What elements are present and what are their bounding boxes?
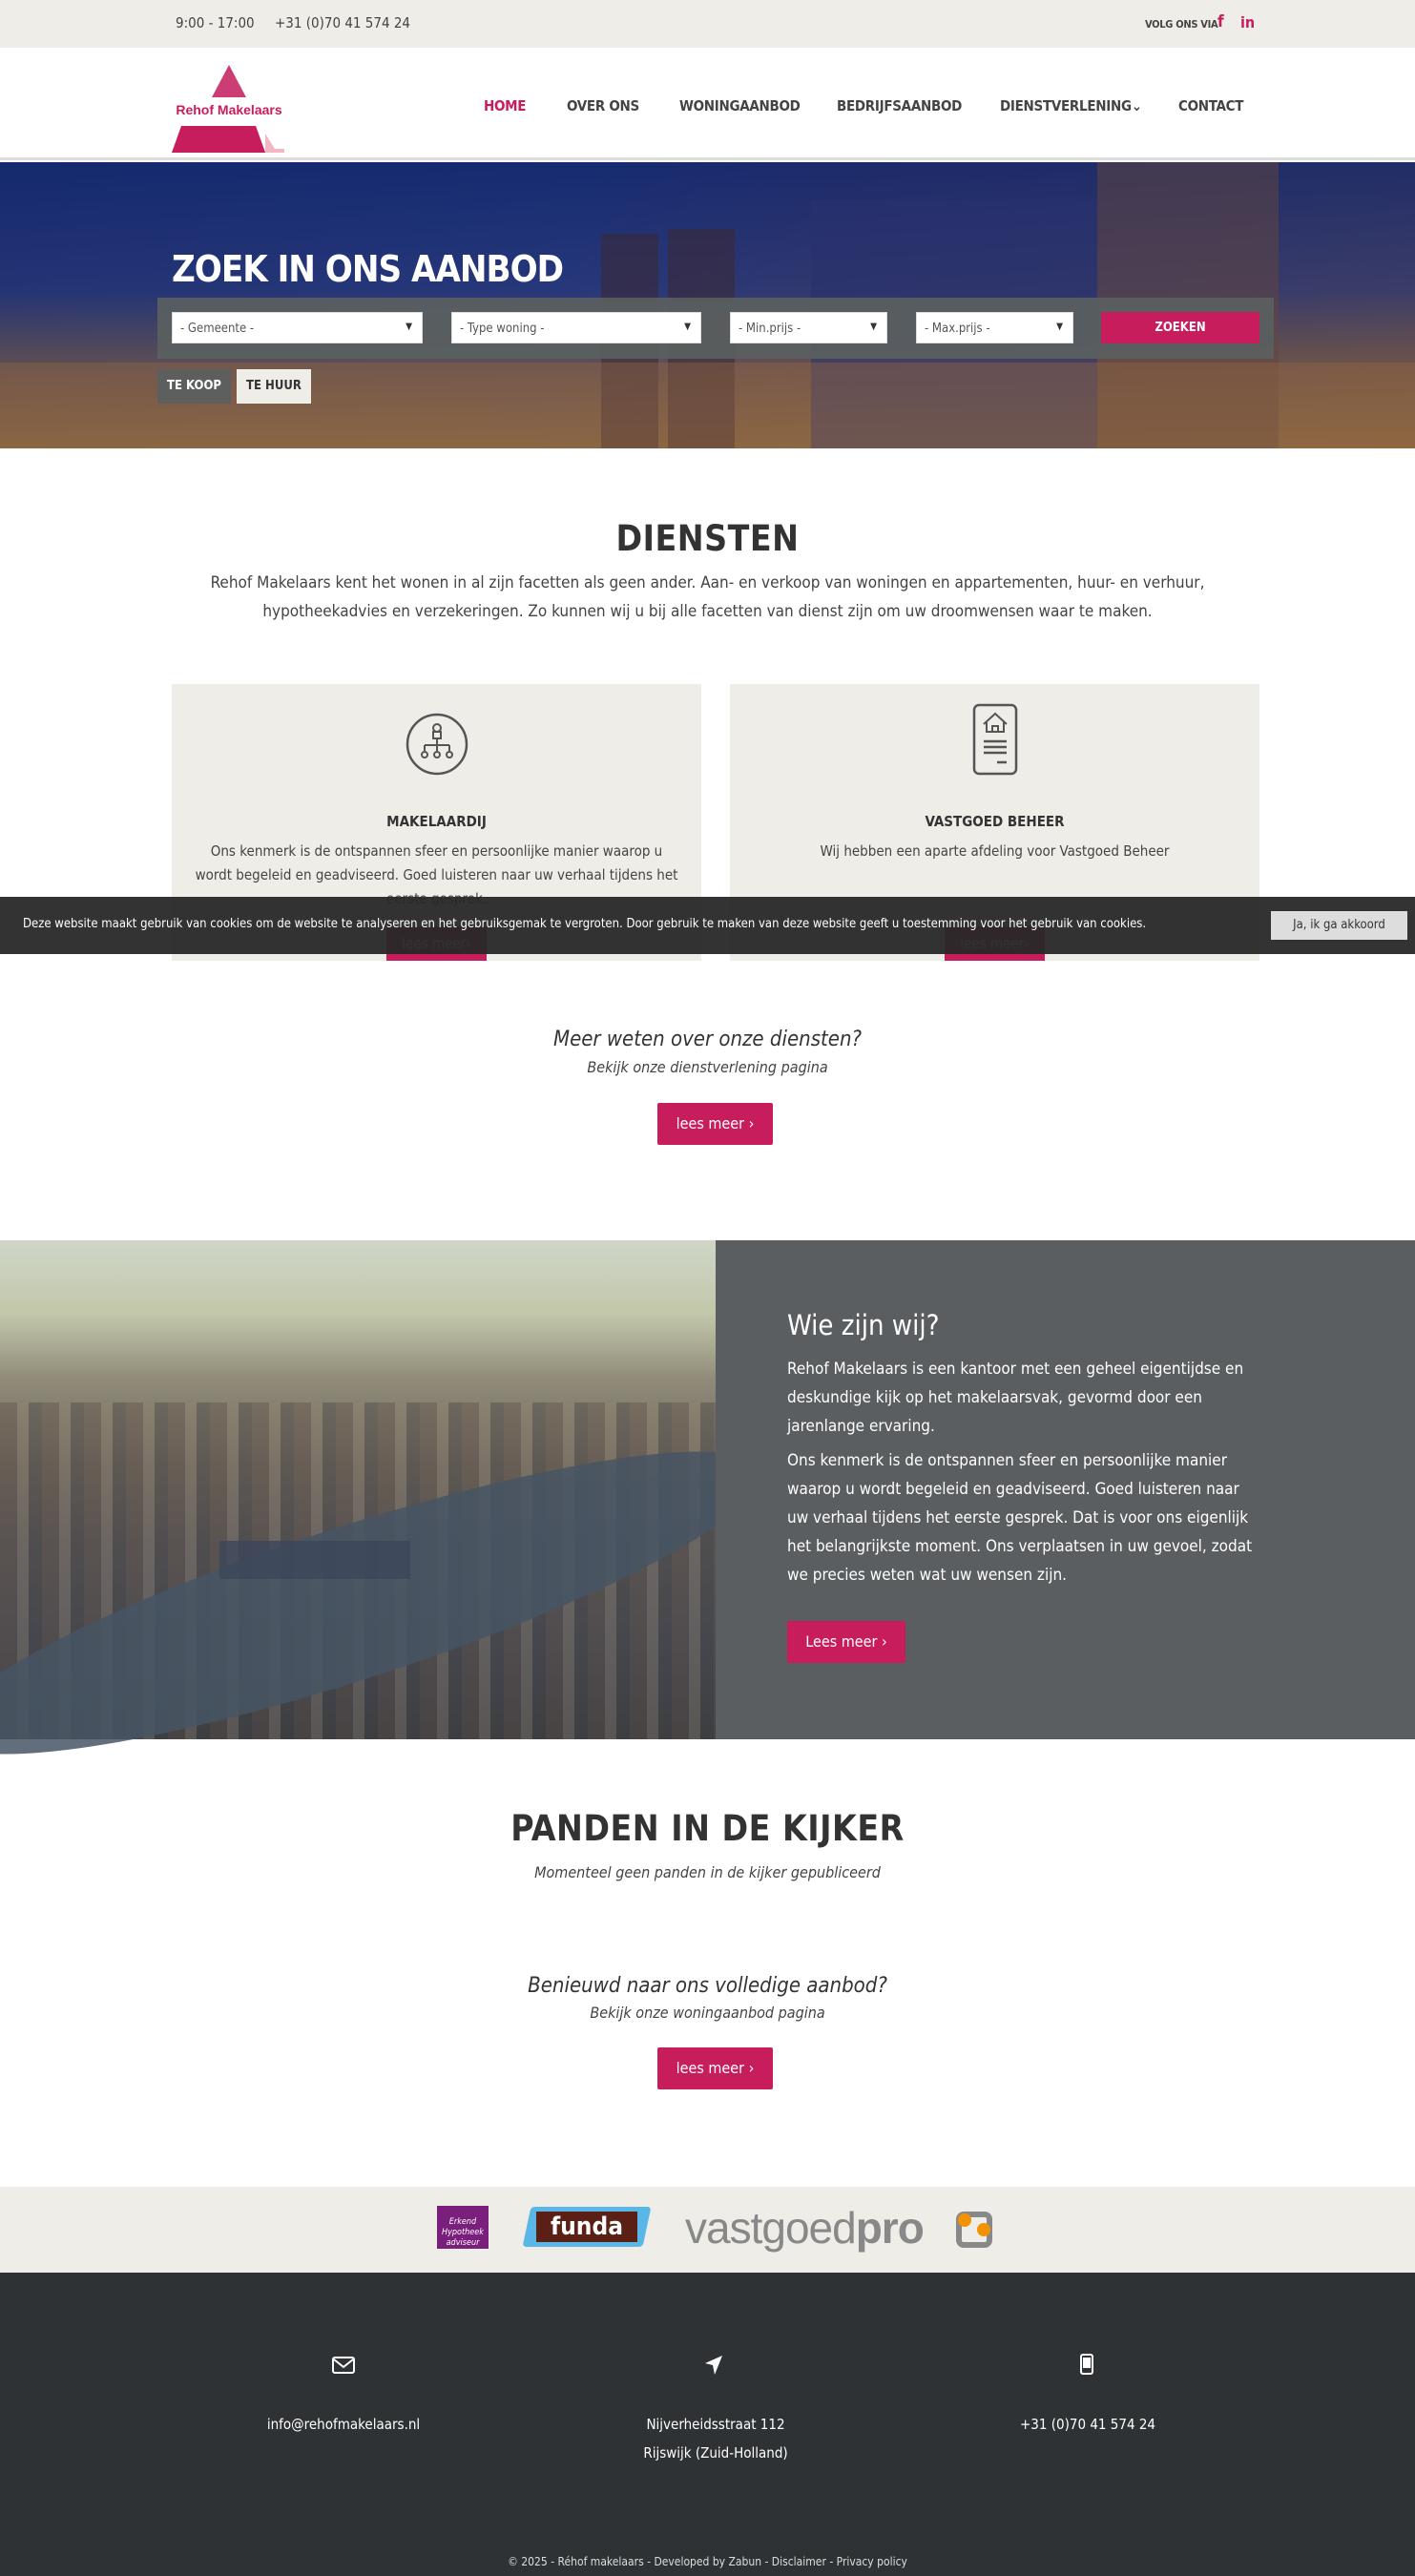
min-prijs-select[interactable]: - Min.prijs - ▼ — [730, 312, 887, 343]
diensten-title: DIENSTEN — [615, 518, 800, 559]
location-arrow-icon — [705, 2356, 722, 2375]
dropdown-arrow-icon: ▼ — [1056, 322, 1063, 332]
tab-te-huur[interactable]: TE HUUR — [237, 369, 311, 404]
hero-title: ZOEK IN ONS AANBOD — [172, 248, 564, 290]
nav-bedrijfsaanbod[interactable]: BEDRIJFSAANBOD — [837, 97, 962, 114]
header: Rehof Makelaars HOME OVER ONS WONINGAANB… — [0, 48, 1415, 160]
max-prijs-select[interactable]: - Max.prijs - ▼ — [916, 312, 1073, 343]
nav-dienstverlening[interactable]: DIENSTVERLENING⌄ — [1000, 97, 1142, 114]
footer-address-city: Rijswijk (Zuid-Holland) — [643, 2444, 788, 2462]
more-services-subtitle: Bekijk onze dienstverlening pagina — [587, 1058, 828, 1076]
footer-address-street: Nijverheidsstraat 112 — [646, 2416, 785, 2433]
aanbod-title: Benieuwd naar ons volledige aanbod? — [528, 1974, 887, 1998]
services-read-more-button[interactable]: lees meer › — [657, 1103, 773, 1145]
logo-text: Rehof Makelaars — [176, 102, 281, 117]
about-read-more-button[interactable]: Lees meer › — [787, 1621, 905, 1663]
gemeente-select[interactable]: - Gemeente - ▼ — [172, 312, 423, 343]
card-title: VASTGOED BEHEER — [925, 813, 1065, 830]
tab-te-koop[interactable]: TE KOOP — [157, 369, 231, 404]
house-document-icon — [972, 703, 1018, 776]
top-phone[interactable]: +31 (0)70 41 574 24 — [275, 14, 410, 31]
facebook-icon[interactable]: f — [1217, 12, 1224, 31]
aanbod-subtitle: Bekijk onze woningaanbod pagina — [590, 2004, 825, 2022]
partner-logos: Erkend Hypotheek adviseur funda vastgoedpr… — [0, 2187, 1415, 2273]
logo[interactable]: Rehof Makelaars — [172, 65, 286, 153]
vastgoedpro-logo[interactable]: vastgoedpro — [685, 2202, 925, 2254]
panden-title: PANDEN IN DE KIJKER — [510, 1808, 905, 1849]
erkend-hypotheekadviseur-logo[interactable]: Erkend Hypotheek adviseur — [437, 2206, 489, 2249]
linkedin-icon[interactable]: in — [1240, 13, 1255, 31]
about-paragraph-1: Rehof Makelaars is een kantoor met een g… — [787, 1360, 1244, 1436]
copyright: © 2025 - Réhof makelaars - Developed by … — [508, 2555, 907, 2568]
more-services-title: Meer weten over onze diensten? — [552, 1028, 863, 1051]
about-panel: Wie zijn wij? Rehof Makelaars is een kan… — [716, 1240, 1415, 1739]
cookie-accept-button[interactable]: Ja, ik ga akkoord — [1271, 911, 1407, 940]
about-paragraph-2: Ons kenmerk is de ontspannen sfeer en pe… — [787, 1451, 1253, 1585]
funda-logo[interactable]: funda — [522, 2207, 652, 2247]
top-bar: 9:00 - 17:00 +31 (0)70 41 574 24 VOLG ON… — [0, 0, 1415, 48]
footer-email[interactable]: info@rehofmakelaars.nl — [200, 2416, 487, 2433]
type-woning-select[interactable]: - Type woning - ▼ — [451, 312, 701, 343]
footer-phone[interactable]: +31 (0)70 41 574 24 — [945, 2416, 1231, 2433]
card-description: Wij hebben een aparte afdeling voor Vast… — [820, 842, 1170, 860]
diensten-intro-1: Rehof Makelaars kent het wonen in al zij… — [210, 573, 1205, 592]
dropdown-arrow-icon: ▼ — [870, 322, 877, 332]
card-title: MAKELAARDIJ — [386, 813, 487, 830]
cookie-banner: Deze website maakt gebruik van cookies o… — [0, 897, 1415, 954]
nav-contact[interactable]: CONTACT — [1178, 97, 1243, 114]
envelope-icon — [332, 2357, 355, 2374]
panden-empty-text: Momenteel geen panden in de kijker gepub… — [534, 1863, 881, 1881]
dropdown-arrow-icon: ▼ — [684, 322, 691, 332]
vastgoedpro-mark-icon — [956, 2212, 992, 2248]
follow-label: VOLG ONS VIA — [1145, 18, 1218, 31]
mobile-phone-icon — [1080, 2354, 1093, 2375]
aanbod-read-more-button[interactable]: lees meer › — [657, 2047, 773, 2089]
dropdown-arrow-icon: ▼ — [406, 322, 412, 332]
org-chart-icon — [406, 713, 468, 776]
nav-over-ons[interactable]: OVER ONS — [567, 97, 639, 114]
search-button[interactable]: ZOEKEN — [1101, 312, 1259, 343]
search-form: - Gemeente - ▼ - Type woning - ▼ - Min.pri… — [157, 298, 1274, 359]
nav-home[interactable]: HOME — [484, 97, 527, 114]
cookie-text: Deze website maakt gebruik van cookies o… — [23, 917, 1147, 931]
opening-hours: 9:00 - 17:00 — [176, 14, 255, 31]
nav-woningaanbod[interactable]: WONINGAANBOD — [679, 97, 801, 114]
london-city-photo — [0, 1240, 785, 1809]
diensten-intro-2: hypotheekadvies en verzekeringen. Zo kun… — [262, 602, 1153, 621]
footer: info@rehofmakelaars.nl Nijverheidsstraat… — [0, 2273, 1415, 2576]
hero-search: ZOEK IN ONS AANBOD - Gemeente - ▼ - Type … — [0, 162, 1415, 448]
about-title: Wie zijn wij? — [787, 1309, 940, 1341]
